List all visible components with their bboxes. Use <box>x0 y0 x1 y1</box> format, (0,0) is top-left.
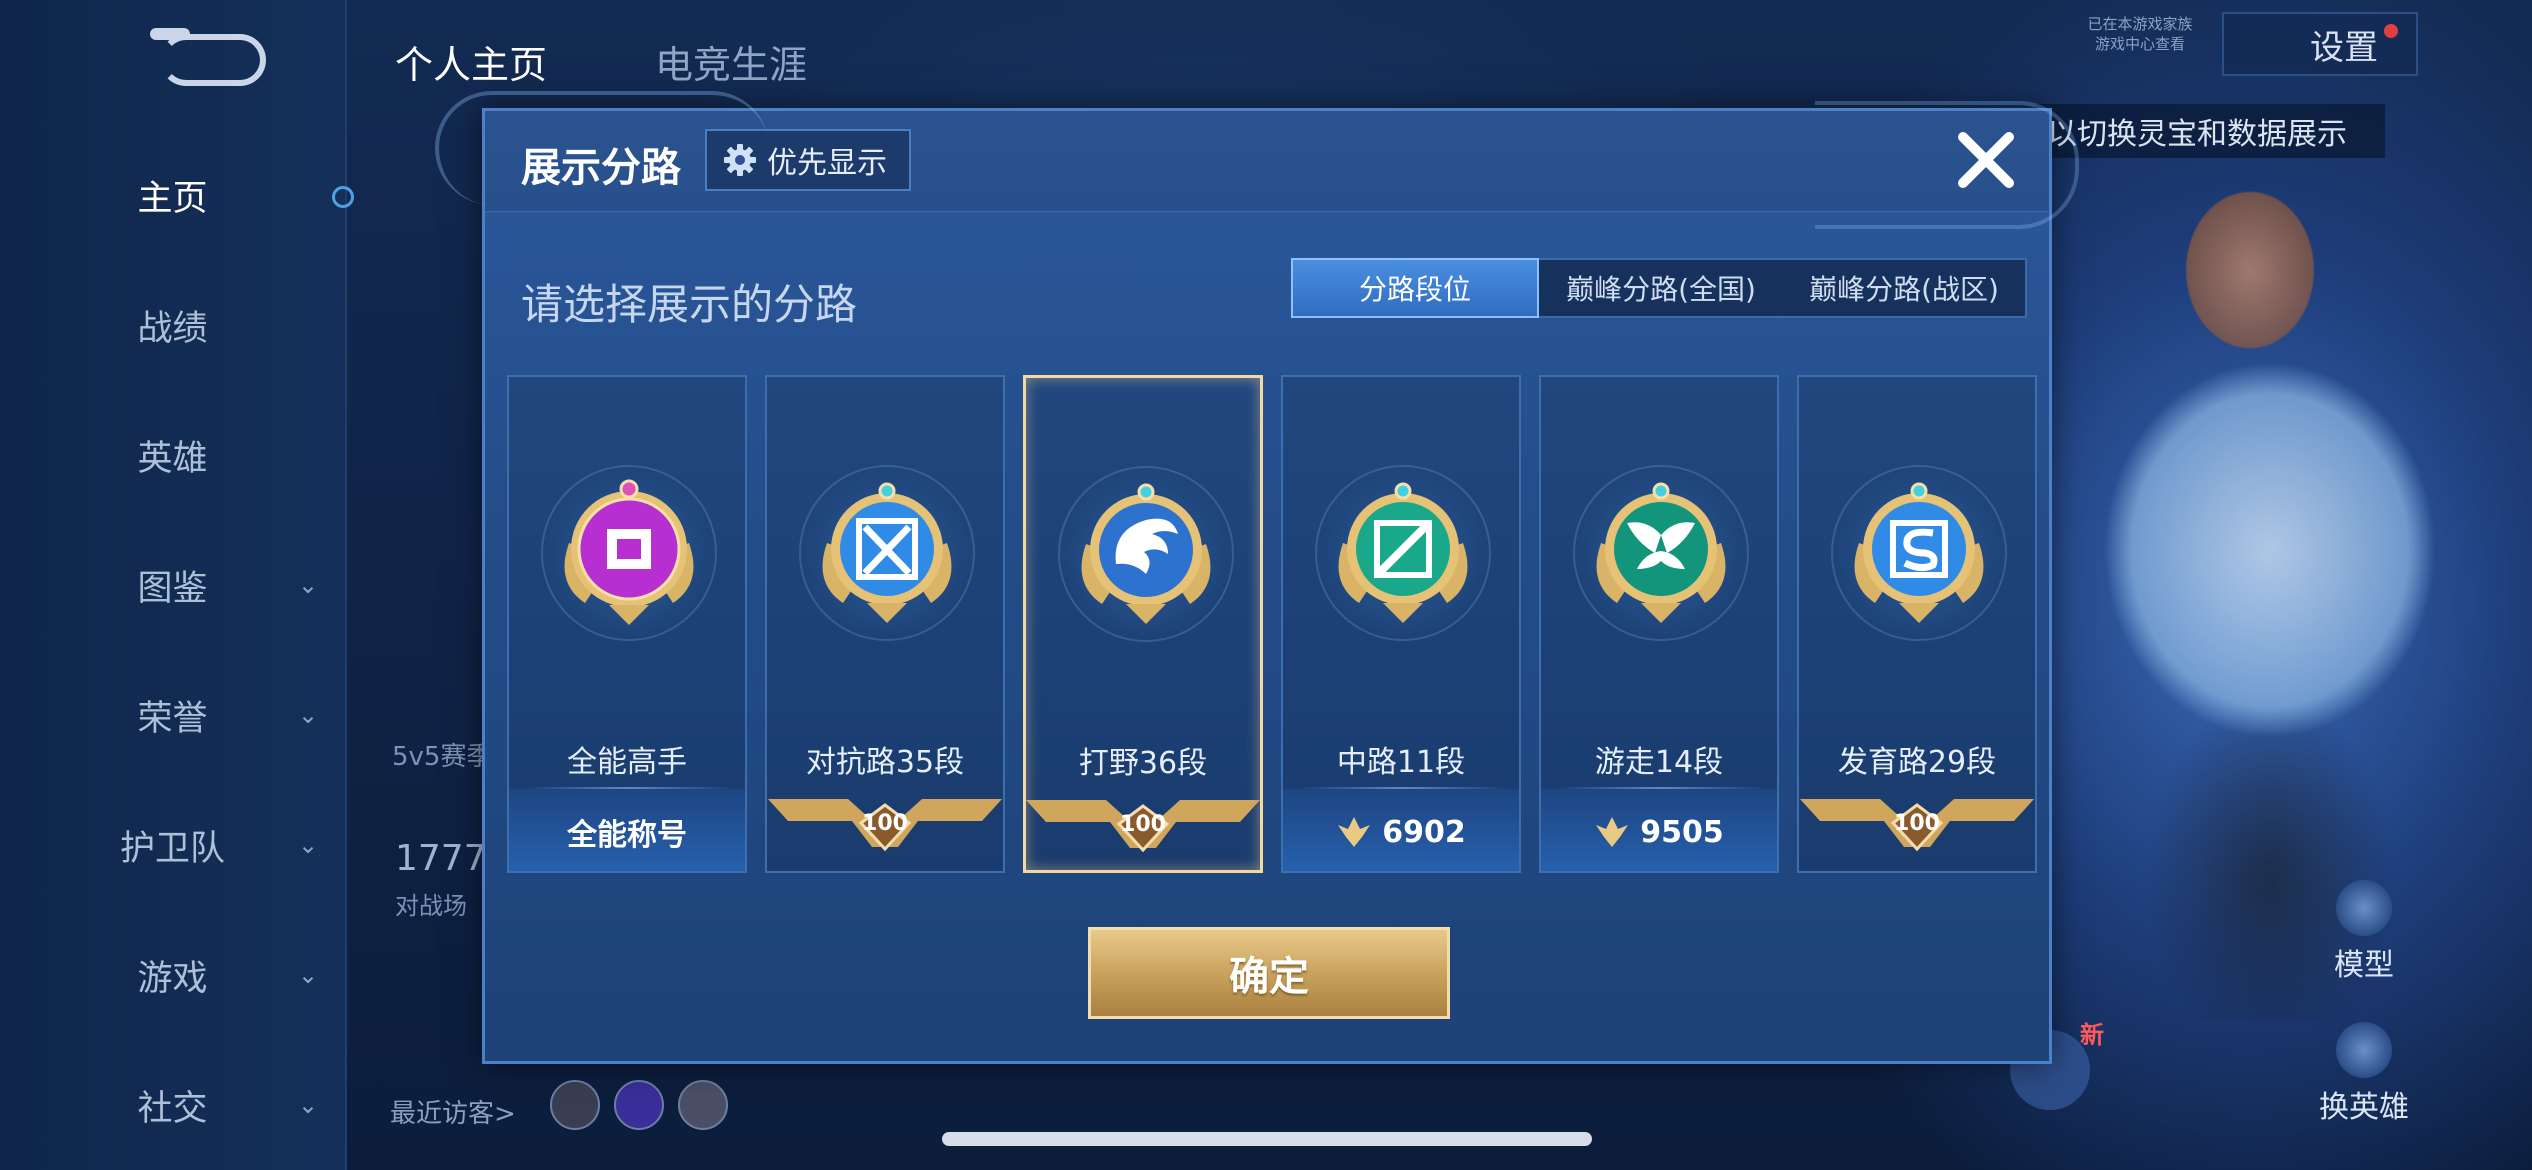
sidebar-item-games[interactable]: 游戏 ⌄ <box>0 940 345 1010</box>
chevron-down-icon: ⌄ <box>298 571 319 599</box>
game-family-note: 已在本游戏家族 游戏中心查看 <box>2087 15 2193 53</box>
active-indicator-icon <box>332 186 354 208</box>
mid-lane-badge-icon <box>1338 482 1468 623</box>
sidebar-item-honor[interactable]: 荣誉 ⌄ <box>0 680 345 750</box>
sidebar: 主页 战绩 英雄 图鉴 ⌄ 荣誉 ⌄ 护卫队 ⌄ 游戏 ⌄ 社交 ⌄ <box>0 0 347 1170</box>
chevron-down-icon: ⌄ <box>298 1091 319 1119</box>
sidebar-item-home[interactable]: 主页 <box>0 160 345 230</box>
settings-button[interactable]: 设置 <box>2222 12 2418 76</box>
lane-card-farm[interactable]: 发育路29段 100 <box>1797 375 2037 873</box>
tab-lane-rank[interactable]: 分路段位 <box>1291 258 1539 318</box>
top-tabs: 个人主页 电竞生涯 <box>395 34 807 89</box>
lane-name: 中路11段 <box>1336 745 1466 780</box>
peak-score-icon <box>1338 817 1371 847</box>
model-button[interactable]: 模型 <box>2304 880 2424 984</box>
lane-card-clash[interactable]: 对抗路35段 100 <box>765 375 1005 873</box>
lane-card-all-round[interactable]: 全能高手 全能称号 <box>507 375 747 873</box>
hero-skin-illustration <box>2040 120 2500 1020</box>
close-button[interactable] <box>1951 125 2021 195</box>
tab-esports-career[interactable]: 电竞生涯 <box>655 34 807 89</box>
battle-label: 对战场 <box>395 892 467 920</box>
new-badge: 新 <box>2080 1021 2104 1049</box>
rank-tag: 100 <box>1799 789 2035 871</box>
rank-stars: 100 <box>862 811 908 836</box>
decorative-swirl <box>1815 101 2079 229</box>
visitor-avatar[interactable] <box>678 1080 728 1130</box>
lane-display-dialog: 展示分路 优先显示 请选择展示的分路 分路段位 巅峰分路(全国) 巅峰分路(战区… <box>435 91 2079 1064</box>
gear-icon <box>724 144 756 176</box>
chevron-down-icon: ⌄ <box>298 701 319 729</box>
mode-label: 5v5赛季 <box>392 742 493 772</box>
lane-name: 发育路29段 <box>1837 745 1997 780</box>
peak-score: 9505 <box>1541 789 1777 871</box>
sidebar-item-social[interactable]: 社交 ⌄ <box>0 1070 345 1140</box>
peak-score-icon <box>1596 817 1629 847</box>
chevron-down-icon: ⌄ <box>298 961 319 989</box>
back-icon[interactable] <box>150 28 266 86</box>
peak-score: 6902 <box>1283 789 1519 871</box>
notification-dot-icon <box>2384 24 2398 38</box>
all-round-badge-icon <box>564 479 694 625</box>
clash-lane-badge-icon <box>822 482 952 623</box>
rank-stars: 100 <box>1894 811 1940 836</box>
flame-icon <box>2336 1022 2392 1078</box>
confirm-button[interactable]: 确定 <box>1088 927 1450 1019</box>
sidebar-item-heroes[interactable]: 英雄 <box>0 420 345 490</box>
roam-badge-icon <box>1596 482 1726 623</box>
dialog-header: 展示分路 优先显示 <box>435 91 2079 229</box>
tab-profile[interactable]: 个人主页 <box>395 43 547 87</box>
sidebar-item-records[interactable]: 战绩 <box>0 290 345 360</box>
model-icon <box>2336 880 2392 936</box>
sidebar-item-guard-team[interactable]: 护卫队 ⌄ <box>0 810 345 880</box>
lane-name: 全能高手 <box>567 745 687 780</box>
home-indicator[interactable] <box>942 1132 1592 1146</box>
visitor-avatar[interactable] <box>614 1080 664 1130</box>
hint-banner: 以切换灵宝和数据展示 <box>2035 104 2385 158</box>
jungle-badge-icon <box>1081 483 1211 624</box>
lane-name: 打野36段 <box>1078 746 1208 781</box>
sidebar-item-codex[interactable]: 图鉴 ⌄ <box>0 550 345 620</box>
farm-lane-badge-icon <box>1854 482 1984 623</box>
rank-stars: 100 <box>1120 812 1166 837</box>
dialog-title: 展示分路 <box>521 145 681 191</box>
lane-name: 对抗路35段 <box>805 745 965 780</box>
chevron-down-icon: ⌄ <box>298 831 319 859</box>
close-icon <box>1958 132 2014 188</box>
priority-display-button[interactable]: 优先显示 <box>705 129 911 191</box>
lane-card-mid[interactable]: 中路11段 6902 <box>1281 375 1521 873</box>
stat-value: 1777 <box>395 838 487 879</box>
rank-tag: 100 <box>1026 790 1260 870</box>
switch-hero-button[interactable]: 换英雄 <box>2304 1022 2424 1126</box>
recent-visitors-link[interactable]: 最近访客> <box>390 1093 516 1130</box>
lane-card-roam[interactable]: 游走14段 9505 <box>1539 375 1779 873</box>
visitor-avatar[interactable] <box>550 1080 600 1130</box>
dialog-subtitle: 请选择展示的分路 <box>521 280 858 329</box>
all-round-title-label: 全能称号 <box>509 789 745 871</box>
display-mode-tabs: 分路段位 巅峰分路(全国) 巅峰分路(战区) <box>1291 258 2027 318</box>
lane-name: 游走14段 <box>1594 745 1724 780</box>
rank-tag: 100 <box>767 789 1003 871</box>
tab-peak-lane-region[interactable]: 巅峰分路(战区) <box>1783 260 2025 316</box>
tab-peak-lane-national[interactable]: 巅峰分路(全国) <box>1539 260 1783 316</box>
lane-card-jungle[interactable]: 打野36段 100 <box>1023 375 1263 873</box>
